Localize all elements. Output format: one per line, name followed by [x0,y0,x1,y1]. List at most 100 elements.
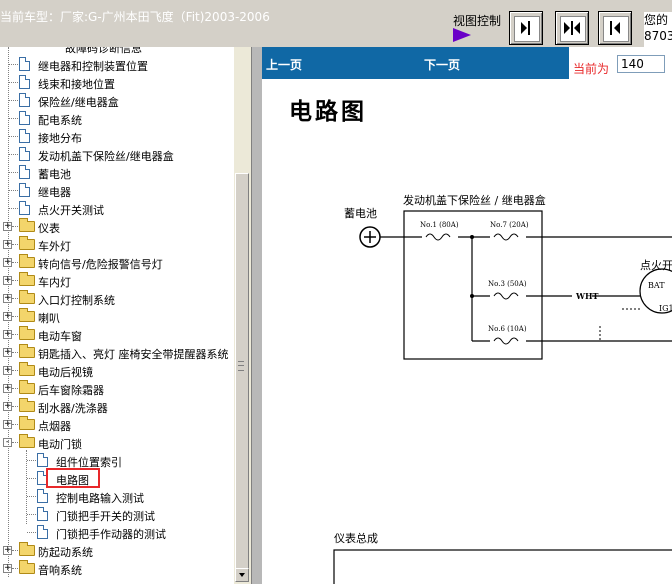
tree-item-label: 继电器和控制装置位置 [38,60,148,73]
tree-item-label: 故障码诊断信息 [65,47,142,55]
split-view-button[interactable] [555,11,589,45]
tree-item-label: 刮水器/洗涤器 [38,402,108,415]
tree-folder[interactable]: - 电动门锁 [0,434,234,452]
tree-item-label: 电动后视镜 [38,366,93,379]
scrollbar-thumb[interactable] [235,173,249,571]
tree-item-partial[interactable]: 故障码诊断信息 [0,47,234,56]
wiring-diagram: 蓄电池 发动机盖下保险丝 / 继电器盒 No.1 (80A) No.7 (20A… [333,193,672,584]
document-icon [19,165,30,179]
tree-item[interactable]: 组件位置索引 [0,452,234,470]
tree-folder[interactable]: + 车内灯 [0,272,234,290]
tree-item[interactable]: 门锁把手作动器的测试 [0,524,234,542]
tree-item-label: 接地分布 [38,132,82,145]
tree-folder[interactable]: + 转向信号/危险报警信号灯 [0,254,234,272]
tree-item-label: 点烟器 [38,420,71,433]
tree-item-label: 后车窗除霜器 [38,384,104,397]
tree-item[interactable]: 继电器 [0,182,234,200]
split-view-icon [564,21,580,35]
document-icon [19,183,30,197]
tree-item-label: 车内灯 [38,276,71,289]
document-icon [37,489,48,503]
svg-text:No.3 (50A): No.3 (50A) [488,280,527,288]
tree-folder[interactable]: + 入口灯控制系统 [0,290,234,308]
view-control-label: 视图控制 [453,14,502,28]
collapse-left-button[interactable] [598,11,632,45]
tree-item[interactable]: 发动机盖下保险丝/继电器盒 [0,146,234,164]
document-viewer: 电路图 蓄电池 发动机盖下保险丝 / 继电器盒 No.1 (80A) No.7 … [262,79,672,584]
fuse-6: No.6 (10A) [488,325,527,345]
tree-item[interactable]: 线束和接地位置 [0,74,234,92]
tree-folder[interactable]: + 后车窗除霜器 [0,380,234,398]
view-control-arrow-icon[interactable] [453,28,471,42]
tree-item-label: 车外灯 [38,240,71,253]
tree-folder[interactable]: + 刮水器/洗涤器 [0,398,234,416]
tree-folder[interactable]: + 防起动系统 [0,542,234,560]
tree-item-label: 控制电路输入测试 [56,492,144,505]
tree-item-label: 仪表 [38,222,60,235]
tree-item[interactable]: 接地分布 [0,128,234,146]
document-icon [19,57,30,71]
instrument-panel-box [333,549,672,584]
tree-item[interactable]: 继电器和控制装置位置 [0,56,234,74]
document-icon [37,507,48,521]
fuse-box-label: 发动机盖下保险丝 / 继电器盒 [403,193,546,207]
tree-item-label: 门锁把手作动器的测试 [56,528,166,541]
collapse-right-button[interactable] [509,11,543,45]
tree-item-label: 电动车窗 [38,330,82,343]
tree-folder[interactable]: + 钥匙插入、亮灯 座椅安全带提醒器系统 [0,344,234,362]
tree-item[interactable]: 电路图 [0,470,234,488]
chapter-tree: 故障码诊断信息 继电器和控制装置位置 线束和接地位置 保险丝/继电器盒 配电系统接地分… [0,47,234,584]
folder-icon [19,344,35,358]
top-toolbar: 当前车型：厂家:G-广州本田飞度（Fit)2003-2006 视图控制 您的 8… [0,0,672,47]
scroll-down-button[interactable] [235,568,249,582]
tree-folder[interactable]: + 音响系统 [0,560,234,578]
tree-folder[interactable]: + 仪表 [0,218,234,236]
tree-item[interactable]: 保险丝/继电器盒 [0,92,234,110]
svg-text:No.1 (80A): No.1 (80A) [420,221,459,229]
tree-item[interactable]: 门锁把手开关的测试 [0,506,234,524]
ig1-terminal-label: IG1 [659,304,672,313]
tree-folder[interactable]: + 电动车窗 [0,326,234,344]
folder-open-icon [19,434,35,448]
collapse-right-icon [521,21,530,35]
tree-item-label: 点火开关测试 [38,204,104,217]
battery-label: 蓄电池 [344,207,377,220]
tree-item[interactable]: 控制电路输入测试 [0,488,234,506]
fuse-1: No.1 (80A) [420,221,459,241]
folder-icon [19,218,35,232]
tree-folder[interactable]: + 车外灯 [0,236,234,254]
current-page-area: 当前为 [569,47,672,79]
prev-page-link[interactable]: 上一页 [266,56,302,73]
next-page-link[interactable]: 下一页 [424,56,460,73]
wire-color-label: WHT [575,291,599,301]
tree-item-label: 发动机盖下保险丝/继电器盒 [38,150,174,163]
document-icon [37,453,48,467]
current-page-input[interactable] [617,55,665,73]
tree-folder[interactable]: + 喇叭 [0,308,234,326]
folder-icon [19,254,35,268]
tree-folder[interactable]: + 点烟器 [0,416,234,434]
folder-icon [19,290,35,304]
tree-item[interactable]: 配电系统 [0,110,234,128]
folder-icon [19,308,35,322]
folder-icon [19,380,35,394]
tree-item-label: 线束和接地位置 [38,78,115,91]
document-icon [19,201,30,215]
folder-icon [19,560,35,574]
document-icon [37,525,48,539]
folder-icon [19,398,35,412]
folder-icon [19,416,35,430]
selected-item-highlight [46,468,100,488]
user-info: 您的 8703 [644,12,672,47]
tree-item[interactable]: 点火开关测试 [0,200,234,218]
tree-item-label: 钥匙插入、亮灯 座椅安全带提醒器系统 [38,348,229,361]
fuse-7: No.7 (20A) [490,221,529,241]
document-icon [19,93,30,107]
tree-scrollbar[interactable] [234,47,251,584]
tree-item-label: 防起动系统 [38,546,93,559]
tree-item-label: 音响系统 [38,564,82,577]
tree-item[interactable]: 蓄电池 [0,164,234,182]
user-line-1: 您的 [644,13,669,27]
tree-folder[interactable]: + 电动后视镜 [0,362,234,380]
pane-splitter[interactable] [251,47,262,584]
